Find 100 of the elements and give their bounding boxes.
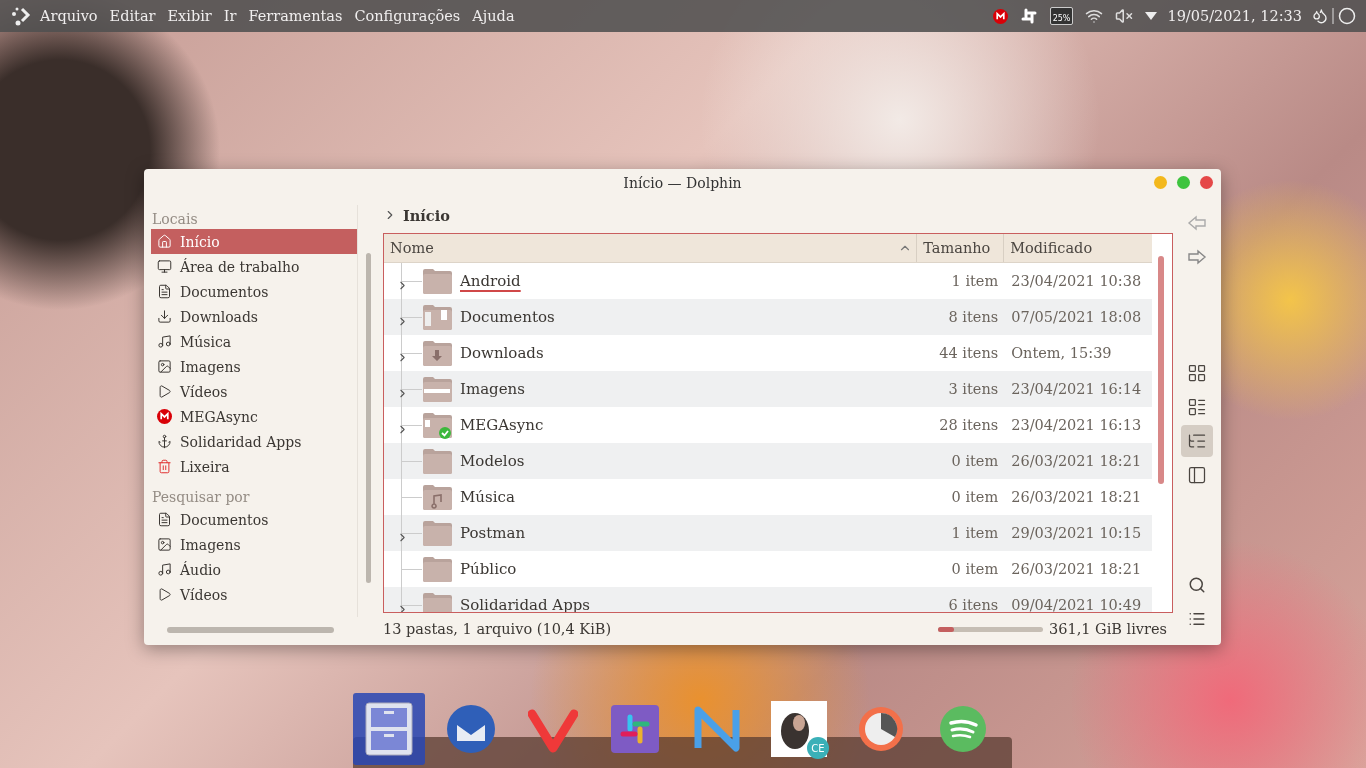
size-cell-text: 6 itens	[947, 597, 1000, 612]
menu-item[interactable]: Ir	[223, 8, 237, 24]
sidebar-label: Música	[180, 333, 232, 350]
size-cell-text: 8 itens	[947, 309, 1000, 325]
file-name: Documentos	[459, 308, 556, 326]
date-cell-text: 26/03/2021 18:21	[1010, 561, 1143, 577]
scrollbar-thumb[interactable]	[366, 253, 371, 583]
sidebar-label: Documentos	[180, 283, 269, 300]
file-name: Postman	[459, 524, 527, 542]
menu-item[interactable]: Ferramentas	[248, 8, 343, 24]
sidebar-item[interactable]: MEGAsync	[151, 404, 357, 429]
sidebar-label: Imagens	[180, 358, 241, 375]
sidebar-item[interactable]: Imagens	[151, 532, 357, 557]
sidebar-item[interactable]: Áudio	[151, 557, 357, 582]
folder-icon	[422, 447, 453, 475]
sidebar-item[interactable]: Área de trabalho	[151, 254, 357, 279]
scrollbar-thumb[interactable]	[1158, 256, 1164, 484]
size-cell-text: 0 item	[950, 561, 1000, 577]
date-cell-text: 23/04/2021 16:14	[1010, 381, 1143, 397]
menu-item[interactable]: Configurações	[354, 8, 461, 24]
battery-indicator[interactable]: 25%	[1049, 7, 1074, 25]
back-arrow-icon	[1187, 215, 1207, 231]
sidebar-label: Vídeos	[180, 586, 228, 603]
size-cell-text: 28 itens	[938, 417, 1000, 433]
file-name: Música	[459, 488, 516, 506]
wifi-icon[interactable]	[1085, 7, 1104, 25]
column-header[interactable]: Modificado	[1004, 234, 1152, 262]
split-view-icon	[1187, 465, 1207, 485]
file-row[interactable]: Documentos 8 itens 07/05/2021 18:08	[384, 299, 1152, 335]
size-cell-text: 0 item	[950, 453, 1000, 469]
file-name: Imagens	[459, 380, 526, 398]
play-icon	[157, 384, 172, 399]
file-row[interactable]: Postman 1 item 29/03/2021 10:15	[384, 515, 1152, 551]
music-icon	[157, 334, 172, 349]
date-cell-text: 23/04/2021 10:38	[1010, 273, 1143, 289]
sidebar-item[interactable]: Vídeos	[151, 379, 357, 404]
menu-item[interactable]: Arquivo	[40, 8, 98, 24]
droplets-icon[interactable]	[1312, 8, 1328, 24]
play-icon	[157, 587, 172, 602]
music-icon	[157, 562, 172, 577]
anchor-icon	[157, 434, 172, 449]
menu-item[interactable]: Exibir	[167, 8, 212, 24]
spotify-logo-icon	[939, 705, 987, 753]
close-button[interactable]	[1200, 176, 1213, 189]
sidebar-item[interactable]: Música	[151, 329, 357, 354]
caret-icon[interactable]	[1145, 12, 1158, 20]
column-header[interactable]: Tamanho	[917, 234, 1005, 262]
beaver-icon	[771, 701, 827, 757]
sidebar-item[interactable]: Lixeira	[151, 454, 357, 479]
file-name: Android	[459, 272, 522, 290]
circle-icon[interactable]	[1338, 7, 1356, 25]
folder-icon	[422, 519, 453, 547]
hash-logo-icon	[611, 705, 659, 753]
date-cell-text: 09/04/2021 10:49	[1010, 597, 1143, 612]
sidebar-item[interactable]: Vídeos	[151, 582, 357, 607]
file-row[interactable]: Modelos 0 item 26/03/2021 18:21	[384, 443, 1152, 479]
size-cell-text: 1 item	[950, 273, 1000, 289]
sidebar-item[interactable]: Início	[151, 229, 357, 254]
column-header[interactable]: Nome	[384, 234, 918, 262]
date-cell-text: 07/05/2021 18:08	[1010, 309, 1143, 325]
folder-icon	[422, 267, 453, 295]
file-row[interactable]: Imagens 3 itens 23/04/2021 16:14	[384, 371, 1152, 407]
breadcrumb-item[interactable]: Início	[403, 206, 450, 224]
mega-logo-icon	[992, 8, 1008, 24]
section-heading: Pesquisar por	[151, 488, 251, 507]
grid-view-icon	[1187, 363, 1207, 383]
file-name: Público	[459, 560, 518, 578]
scrollbar-thumb[interactable]	[167, 627, 334, 633]
sidebar-item[interactable]: Documentos	[151, 279, 357, 304]
view-mode-button[interactable]	[1181, 425, 1213, 457]
sidebar-item[interactable]: Downloads	[151, 304, 357, 329]
sidebar-item[interactable]: Solidaridad Apps	[151, 429, 357, 454]
folder-icon	[422, 591, 453, 612]
menu-item[interactable]: Editar	[109, 8, 156, 24]
sidebar-label: Áudio	[180, 561, 221, 578]
sidebar-item[interactable]: Imagens	[151, 354, 357, 379]
sidebar-label: Documentos	[180, 511, 269, 528]
status-text: 13 pastas, 1 arquivo (10,4 KiB)	[383, 621, 612, 637]
sidebar-item[interactable]: Documentos	[151, 507, 357, 532]
clock-text[interactable]: 19/05/2021, 12:33	[1167, 8, 1302, 24]
dock-app-button[interactable]	[353, 693, 425, 765]
free-space-text: 361,1 GiB livres	[1048, 621, 1167, 637]
document-icon	[157, 284, 172, 299]
date-cell-text: 29/03/2021 10:15	[1010, 525, 1143, 541]
image-icon	[157, 359, 172, 374]
file-name: Modelos	[459, 452, 526, 470]
sidebar-label: Área de trabalho	[180, 258, 300, 275]
list-icon	[1188, 610, 1206, 628]
menu-item[interactable]: Ajuda	[472, 8, 515, 24]
sidebar-label: Downloads	[180, 308, 259, 325]
section-heading: Locais	[151, 210, 199, 229]
window-title: Início — Dolphin	[623, 175, 742, 191]
size-cell-text: 3 itens	[947, 381, 1000, 397]
forward-arrow-icon	[1187, 249, 1207, 265]
trash-icon	[157, 459, 172, 474]
folder-icon	[422, 303, 453, 331]
folder-icon	[422, 375, 453, 403]
launcher-icon	[10, 5, 32, 27]
muted-speaker-icon[interactable]	[1115, 7, 1134, 25]
date-cell-text: 26/03/2021 18:21	[1010, 489, 1143, 505]
